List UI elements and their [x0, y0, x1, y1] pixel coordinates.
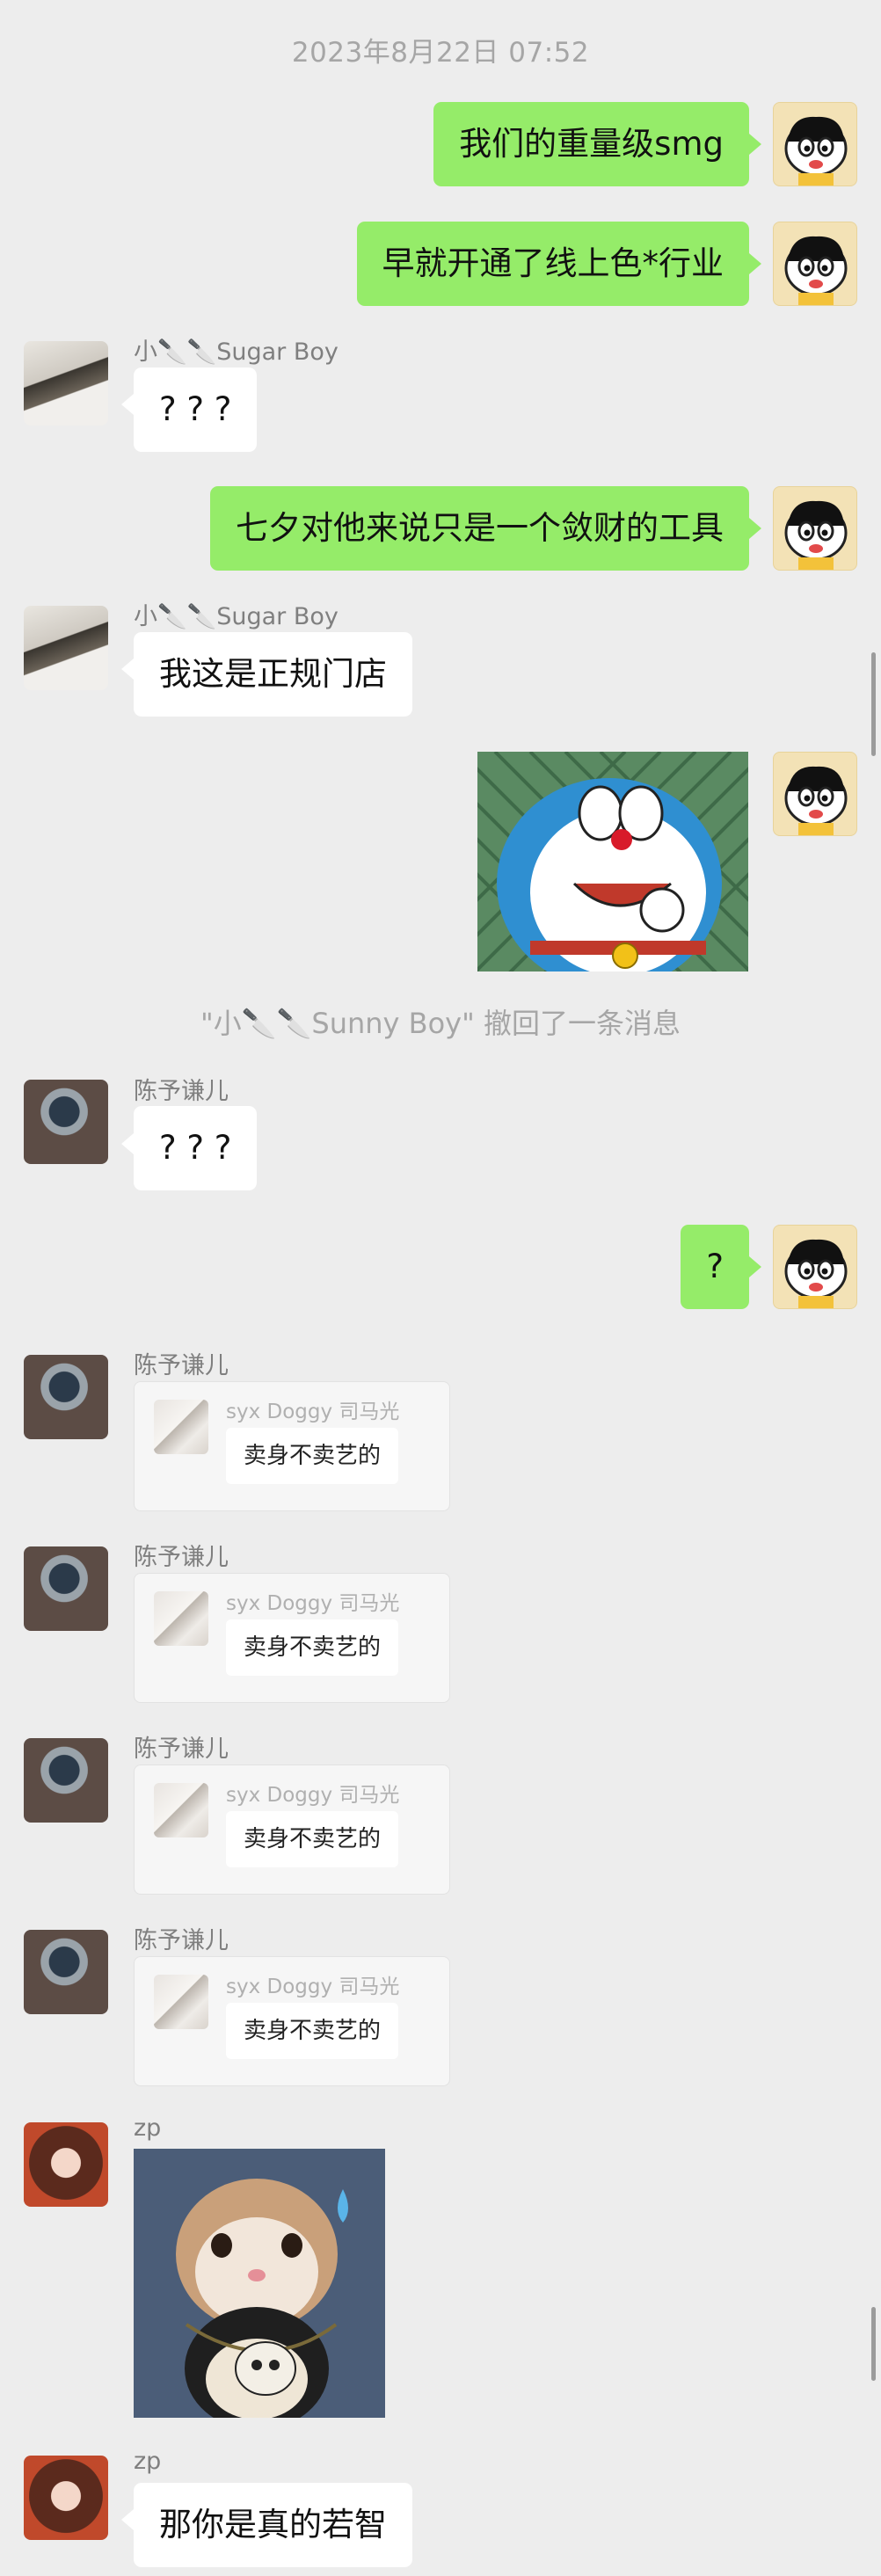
- quote-sender: syx Doggy 司马光: [226, 1592, 400, 1615]
- cat-sticker[interactable]: [134, 2149, 385, 2418]
- bubble-tail: [749, 134, 761, 155]
- quote-thumbnail: [154, 1783, 208, 1837]
- scrollbar[interactable]: [871, 652, 876, 756]
- quote-text: 卖身不卖艺的: [226, 1811, 399, 1867]
- bubble-tail: [121, 659, 134, 680]
- contact-avatar[interactable]: [24, 2122, 108, 2207]
- sender-name: 陈予谦儿: [134, 1736, 229, 1763]
- quote-text: 卖身不卖艺的: [226, 1428, 399, 1484]
- recall-notice: "小🔪🔪Sunny Boy" 撤回了一条消息: [200, 1007, 681, 1040]
- self-avatar[interactable]: [773, 1225, 857, 1309]
- sender-name: zp: [134, 2448, 162, 2475]
- sender-name: 陈予谦儿: [134, 1927, 229, 1954]
- quoted-sticker-card[interactable]: syx Doggy 司马光 卖身不卖艺的: [134, 1765, 450, 1895]
- bubble-tail: [749, 253, 761, 274]
- quote-sender: syx Doggy 司马光: [226, 1976, 400, 1998]
- bubble-tail: [749, 1256, 761, 1277]
- quote-text: 卖身不卖艺的: [226, 2003, 399, 2059]
- quote-thumbnail: [154, 1591, 208, 1646]
- contact-avatar[interactable]: [24, 2456, 108, 2540]
- contact-avatar[interactable]: [24, 1546, 108, 1631]
- bubble-tail: [121, 394, 134, 415]
- bubble-tail: [121, 2509, 134, 2530]
- message-bubble-other[interactable]: ? ? ?: [134, 1106, 258, 1190]
- message-bubble-self[interactable]: ?: [681, 1225, 749, 1309]
- contact-avatar[interactable]: [24, 606, 108, 690]
- chat-timestamp: 2023年8月22日 07:52: [291, 37, 590, 69]
- quote-sender: syx Doggy 司马光: [226, 1401, 400, 1423]
- self-avatar-icon: [784, 1239, 848, 1308]
- contact-avatar[interactable]: [24, 1355, 108, 1439]
- self-avatar[interactable]: [773, 102, 857, 186]
- message-bubble-other[interactable]: ? ? ?: [134, 367, 258, 452]
- contact-avatar[interactable]: [24, 1738, 108, 1823]
- quoted-sticker-card[interactable]: syx Doggy 司马光 卖身不卖艺的: [134, 1381, 450, 1511]
- sender-name: zp: [134, 2114, 162, 2142]
- sender-name: 陈予谦儿: [134, 1078, 229, 1105]
- message-bubble-other[interactable]: 那你是真的若智: [134, 2483, 412, 2567]
- quote-text: 卖身不卖艺的: [226, 1619, 399, 1676]
- self-avatar-icon: [784, 116, 848, 186]
- quote-thumbnail: [154, 1400, 208, 1454]
- message-bubble-self[interactable]: 七夕对他来说只是一个敛财的工具: [210, 486, 749, 571]
- message-bubble-self[interactable]: 我们的重量级smg: [433, 102, 749, 186]
- quoted-sticker-card[interactable]: syx Doggy 司马光 卖身不卖艺的: [134, 1573, 450, 1703]
- quote-thumbnail: [154, 1975, 208, 2029]
- sender-name: 陈予谦儿: [134, 1544, 229, 1571]
- self-avatar-icon: [784, 236, 848, 305]
- self-avatar[interactable]: [773, 486, 857, 571]
- contact-avatar[interactable]: [24, 1930, 108, 2014]
- quote-sender: syx Doggy 司马光: [226, 1784, 400, 1807]
- sender-name: 陈予谦儿: [134, 1352, 229, 1379]
- message-bubble-self[interactable]: 早就开通了线上色*行业: [356, 222, 749, 306]
- self-avatar-icon: [784, 500, 848, 570]
- sender-name: 小🔪🔪Sugar Boy: [134, 603, 339, 630]
- quoted-sticker-card[interactable]: syx Doggy 司马光 卖身不卖艺的: [134, 1956, 450, 2086]
- message-bubble-other[interactable]: 我这是正规门店: [134, 632, 412, 717]
- doraemon-sticker[interactable]: [477, 752, 748, 971]
- scrollbar[interactable]: [871, 2307, 876, 2381]
- sender-name: 小🔪🔪Sugar Boy: [134, 338, 339, 366]
- contact-avatar[interactable]: [24, 341, 108, 426]
- bubble-tail: [749, 518, 761, 539]
- contact-avatar[interactable]: [24, 1080, 108, 1164]
- self-avatar[interactable]: [773, 752, 857, 836]
- self-avatar-icon: [784, 766, 848, 835]
- bubble-tail: [121, 1133, 134, 1154]
- self-avatar[interactable]: [773, 222, 857, 306]
